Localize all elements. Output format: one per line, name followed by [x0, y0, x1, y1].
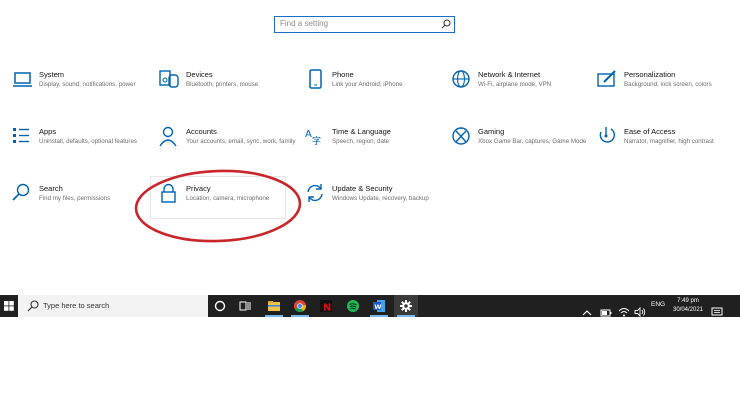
- word-button[interactable]: W: [367, 295, 391, 317]
- category-title: Ease of Access: [624, 127, 676, 136]
- clock-time: 7:49 pm: [677, 298, 699, 304]
- category-title: Phone: [332, 70, 354, 79]
- category-desc: Background, lock screen, colors: [624, 81, 712, 88]
- volume-icon[interactable]: [634, 301, 646, 323]
- spotify-icon: [347, 300, 359, 312]
- notification-center-icon[interactable]: [711, 301, 723, 323]
- running-indicator: [265, 315, 283, 317]
- category-title: Apps: [39, 127, 57, 136]
- netflix-icon: N: [320, 300, 332, 314]
- file-explorer-icon: [268, 301, 280, 311]
- person-icon: [159, 126, 177, 147]
- category-devices[interactable]: Devices Bluetooth, printers, mouse: [159, 69, 299, 117]
- category-title: Gaming: [478, 127, 505, 136]
- windows-logo-icon: [4, 301, 14, 311]
- category-title: Network & Internet: [478, 70, 541, 79]
- category-privacy[interactable]: Privacy Location, camera, microphone: [159, 183, 299, 231]
- task-view-icon: [239, 301, 251, 311]
- category-desc: Speech, region, date: [332, 138, 390, 145]
- category-desc: Uninstall, defaults, optional features: [39, 138, 138, 145]
- sync-icon: [307, 184, 323, 202]
- category-title: Accounts: [186, 127, 217, 136]
- settings-button[interactable]: [394, 295, 418, 317]
- chevron-up-icon[interactable]: [582, 302, 592, 324]
- search-icon: [27, 300, 39, 312]
- category-title: Privacy: [186, 184, 211, 193]
- settings-icon: [400, 300, 412, 312]
- paint-icon: [597, 70, 616, 87]
- svg-text:A: A: [305, 129, 312, 140]
- laptop-icon: [13, 72, 32, 87]
- chrome-icon: [294, 300, 306, 313]
- category-title: System: [39, 70, 65, 79]
- category-title: Update & Security: [332, 184, 393, 193]
- category-search[interactable]: Search Find my files, permissions: [12, 183, 152, 231]
- phone-icon: [309, 69, 322, 89]
- taskbar: Type here to search N W ENG 7:49 pm 30/0…: [0, 295, 740, 318]
- apps-list-icon: [13, 128, 29, 143]
- search-icon: [441, 19, 451, 29]
- svg-text:字: 字: [312, 135, 321, 147]
- category-desc: Find my files, permissions: [39, 195, 111, 202]
- netflix-button[interactable]: N: [314, 295, 338, 317]
- category-desc: Narrator, magnifier, high contrast: [624, 138, 714, 145]
- spotify-button[interactable]: [341, 295, 365, 317]
- category-desc: Bluetooth, printers, mouse: [186, 81, 259, 88]
- ease-of-access-icon: [599, 127, 616, 143]
- xbox-icon: [452, 127, 470, 145]
- svg-text:N: N: [323, 303, 331, 314]
- devices-icon: [159, 70, 179, 88]
- category-desc: Xbox Game Bar, captures, Game Mode: [478, 138, 587, 145]
- category-update-security[interactable]: Update & Security Windows Update, recove…: [305, 183, 445, 231]
- wifi-icon[interactable]: [618, 301, 630, 323]
- start-button[interactable]: [0, 295, 18, 317]
- category-time-language[interactable]: A字 Time & Language Speech, region, date: [305, 126, 445, 174]
- running-indicator: [370, 315, 388, 317]
- category-title: Personalization: [624, 70, 676, 79]
- category-desc: Wi-Fi, airplane mode, VPN: [478, 81, 552, 88]
- running-indicator: [291, 315, 309, 317]
- category-title: Time & Language: [332, 127, 391, 136]
- category-desc: Location, camera, microphone: [186, 195, 270, 202]
- search-icon: [12, 183, 30, 201]
- category-personalization[interactable]: Personalization Background, lock screen,…: [597, 69, 737, 117]
- find-setting-search[interactable]: Find a setting: [274, 16, 455, 33]
- taskbar-search-box[interactable]: Type here to search: [18, 295, 208, 317]
- clock-date: 30/04/2021: [672, 307, 704, 313]
- chrome-button[interactable]: [288, 295, 312, 317]
- category-gaming[interactable]: Gaming Xbox Game Bar, captures, Game Mod…: [451, 126, 591, 174]
- battery-icon[interactable]: [600, 302, 612, 324]
- globe-icon: [452, 70, 470, 88]
- language-indicator[interactable]: ENG: [651, 301, 665, 308]
- cortana-button[interactable]: [208, 295, 232, 317]
- category-ease-of-access[interactable]: Ease of Access Narrator, magnifier, high…: [597, 126, 737, 174]
- category-network-internet[interactable]: Network & Internet Wi-Fi, airplane mode,…: [451, 69, 591, 117]
- search-placeholder: Find a setting: [280, 19, 329, 28]
- task-view-button[interactable]: [233, 295, 257, 317]
- lock-icon: [161, 183, 176, 203]
- running-indicator: [397, 315, 415, 317]
- category-apps[interactable]: Apps Uninstall, defaults, optional featu…: [12, 126, 152, 174]
- word-icon: W: [373, 300, 385, 312]
- taskbar-search-text: Type here to search: [43, 301, 110, 310]
- category-title: Search: [39, 184, 63, 193]
- category-desc: Windows Update, recovery, backup: [332, 195, 429, 202]
- cortana-icon: [214, 300, 226, 312]
- clock[interactable]: 7:49 pm 30/04/2021: [668, 297, 708, 315]
- category-title: Devices: [186, 70, 213, 79]
- category-phone[interactable]: Phone Link your Android, iPhone: [305, 69, 445, 117]
- time-language-icon: A字: [305, 129, 321, 147]
- category-desc: Link your Android, iPhone: [332, 81, 403, 88]
- svg-text:W: W: [374, 303, 381, 311]
- category-desc: Your accounts, email, sync, work, family: [186, 138, 296, 145]
- category-accounts[interactable]: Accounts Your accounts, email, sync, wor…: [159, 126, 299, 174]
- category-system[interactable]: System Display, sound, notifications, po…: [12, 69, 152, 117]
- file-explorer-button[interactable]: [262, 295, 286, 317]
- category-desc: Display, sound, notifications, power: [39, 81, 136, 88]
